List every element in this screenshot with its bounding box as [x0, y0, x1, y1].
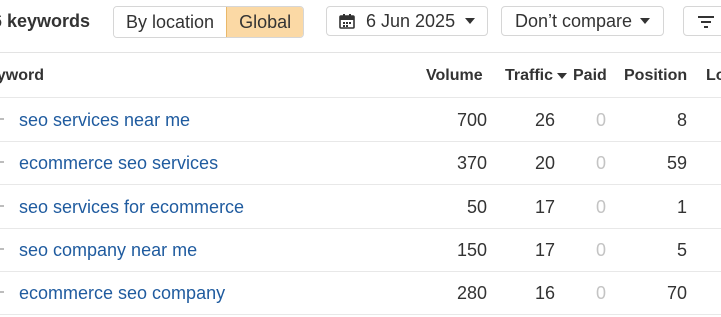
- compare-dropdown[interactable]: Don’t compare: [501, 6, 664, 36]
- paid-cell: 0: [595, 197, 606, 217]
- toolbar: 6 keywords By location Global 6 Jun 2025…: [0, 0, 721, 44]
- filter-icon: [698, 16, 714, 28]
- volume-cell: 700: [456, 110, 487, 130]
- table-row: seo company near me 150 17 0 5: [0, 228, 721, 272]
- traffic-cell: 17: [534, 240, 555, 260]
- date-label: 6 Jun 2025: [366, 10, 456, 31]
- table-row: seo services near me 700 26 0 8: [0, 97, 721, 142]
- traffic-cell: 26: [534, 110, 555, 130]
- keyword-link[interactable]: seo services near me: [19, 109, 190, 131]
- column-header-lo[interactable]: Lo: [706, 66, 721, 86]
- sort-desc-icon: [557, 73, 568, 79]
- traffic-cell: 20: [534, 153, 555, 173]
- position-cell: 5: [676, 240, 687, 260]
- paid-cell: 0: [595, 240, 606, 260]
- position-cell: 1: [676, 197, 687, 217]
- table-row: ecommerce seo services 370 20 0 59: [0, 141, 721, 185]
- column-header-traffic-label: Traffic: [505, 67, 554, 84]
- paid-cell: 0: [595, 110, 606, 130]
- traffic-cell: 17: [534, 197, 555, 217]
- column-header-volume[interactable]: Volume: [426, 66, 483, 86]
- chevron-down-icon: [640, 18, 650, 24]
- volume-cell: 150: [456, 240, 487, 260]
- by-location-button[interactable]: By location: [114, 7, 227, 37]
- trend-icon: [0, 118, 4, 120]
- filter-button[interactable]: [683, 6, 721, 36]
- column-header-position[interactable]: Position: [624, 66, 687, 86]
- location-toggle: By location Global: [113, 6, 305, 38]
- column-header-traffic[interactable]: Traffic: [505, 66, 568, 86]
- global-button[interactable]: Global: [226, 7, 304, 37]
- volume-cell: 280: [456, 283, 487, 303]
- keyword-count: 6 keywords: [0, 11, 91, 31]
- volume-cell: 370: [456, 153, 487, 173]
- trend-icon: [0, 248, 4, 250]
- column-header-paid[interactable]: Paid: [573, 66, 607, 86]
- volume-cell: 50: [466, 197, 487, 217]
- keyword-link[interactable]: seo services for ecommerce: [19, 196, 244, 218]
- keyword-link[interactable]: seo company near me: [19, 239, 197, 261]
- trend-icon: [0, 205, 4, 207]
- traffic-cell: 16: [534, 283, 555, 303]
- paid-cell: 0: [595, 283, 606, 303]
- table-row: seo services for ecommerce 50 17 0 1: [0, 185, 721, 229]
- table-row: ecommerce seo company 280 16 0 70: [0, 271, 721, 315]
- chevron-down-icon: [465, 18, 475, 24]
- trend-icon: [0, 291, 4, 293]
- paid-cell: 0: [595, 153, 606, 173]
- calendar-icon: [339, 14, 355, 29]
- position-cell: 8: [676, 110, 687, 130]
- trend-icon: [0, 161, 4, 163]
- position-cell: 59: [666, 153, 687, 173]
- compare-label: Don’t compare: [515, 10, 633, 31]
- position-cell: 70: [666, 283, 687, 303]
- divider: [0, 52, 721, 53]
- keyword-link[interactable]: ecommerce seo company: [19, 282, 225, 304]
- date-picker-button[interactable]: 6 Jun 2025: [326, 6, 488, 36]
- column-header-keyword[interactable]: eyword: [0, 66, 44, 86]
- keyword-link[interactable]: ecommerce seo services: [19, 152, 218, 174]
